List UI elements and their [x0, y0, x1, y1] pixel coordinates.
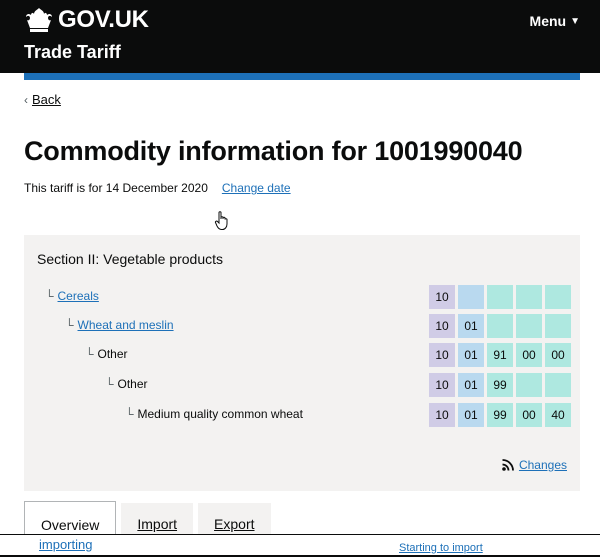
hierarchy-label: Other: [97, 347, 128, 361]
crown-icon: [26, 8, 52, 32]
rss-feed-icon: [502, 459, 514, 471]
code-cell-subheading: 91: [487, 343, 513, 367]
code-cell-chapter: 10: [429, 373, 455, 397]
header-accent-bar: [24, 73, 580, 80]
code-cell-cn: 00: [516, 343, 542, 367]
commodity-code-cells: 10 01: [429, 314, 571, 338]
hierarchy-row-other: └ Other 10 01 91 00 00: [24, 343, 580, 367]
code-cell-subheading: 99: [487, 373, 513, 397]
menu-button[interactable]: Menu ▼: [530, 13, 580, 29]
code-cell-subheading: [487, 314, 513, 338]
cereals-link[interactable]: Cereals: [58, 289, 99, 303]
page-title: Commodity information for 1001990040: [24, 136, 523, 166]
hierarchy-row-wheat-and-meslin: └ Wheat and meslin 10 01: [24, 314, 580, 338]
hand-cursor-icon: [214, 211, 228, 230]
starting-to-import-link[interactable]: Starting to import: [399, 542, 483, 554]
service-name[interactable]: Trade Tariff: [24, 42, 121, 63]
section-title: Section II: Vegetable products: [37, 251, 224, 267]
caret-down-icon: ▼: [570, 15, 580, 27]
code-cell-heading: 01: [458, 403, 484, 427]
hierarchy-row-medium-quality-common-wheat: └ Medium quality common wheat 10 01 99 0…: [24, 403, 580, 427]
back-link[interactable]: ‹ Back: [24, 92, 61, 107]
code-cell-cn: [516, 314, 542, 338]
code-cell-taric: [545, 285, 571, 309]
chevron-left-icon: ‹: [24, 92, 28, 107]
code-cell-cn: [516, 285, 542, 309]
hierarchy-label: Other: [117, 377, 148, 391]
hierarchy-row-other-2: └ Other 10 01 99: [24, 373, 580, 397]
tree-branch-icon: └: [105, 377, 114, 391]
tree-branch-icon: └: [125, 407, 134, 421]
tariff-date-text: This tariff is for 14 December 2020: [24, 181, 208, 195]
code-cell-chapter: 10: [429, 403, 455, 427]
code-cell-chapter: 10: [429, 314, 455, 338]
code-cell-taric: [545, 314, 571, 338]
wheat-and-meslin-link[interactable]: Wheat and meslin: [78, 318, 174, 332]
code-cell-cn: 00: [516, 403, 542, 427]
commodity-code-cells: 10: [429, 285, 571, 309]
hierarchy-label-current: Medium quality common wheat: [137, 407, 303, 421]
code-cell-heading: [458, 285, 484, 309]
brand-label: GOV.UK: [58, 6, 149, 33]
code-cell-heading: 01: [458, 343, 484, 367]
govuk-logo[interactable]: GOV.UK: [24, 6, 149, 34]
code-cell-cn: [516, 373, 542, 397]
changes-link-label[interactable]: Changes: [519, 458, 567, 472]
tree-branch-icon: └: [65, 318, 74, 332]
code-cell-subheading: 99: [487, 403, 513, 427]
code-cell-chapter: 10: [429, 343, 455, 367]
site-header: GOV.UK Trade Tariff Menu ▼: [0, 0, 600, 73]
code-cell-heading: 01: [458, 373, 484, 397]
code-cell-chapter: 10: [429, 285, 455, 309]
code-cell-taric: 40: [545, 403, 571, 427]
code-cell-taric: [545, 373, 571, 397]
tariff-date-line: This tariff is for 14 December 2020 Chan…: [24, 181, 291, 195]
code-cell-heading: 01: [458, 314, 484, 338]
back-link-label[interactable]: Back: [32, 92, 61, 107]
code-cell-taric: 00: [545, 343, 571, 367]
commodity-code-cells: 10 01 99: [429, 373, 571, 397]
tree-branch-icon: └: [85, 347, 94, 361]
commodity-hierarchy-panel: Section II: Vegetable products └ Cereals…: [24, 235, 580, 491]
change-date-link[interactable]: Change date: [222, 181, 291, 195]
commodity-code-cells: 10 01 99 00 40: [429, 403, 571, 427]
menu-label: Menu: [529, 13, 567, 29]
commodity-code-cells: 10 01 91 00 00: [429, 343, 571, 367]
hierarchy-row-cereals: └ Cereals 10: [24, 285, 580, 309]
importing-link[interactable]: importing: [39, 537, 92, 552]
code-cell-subheading: [487, 285, 513, 309]
tree-branch-icon: └: [45, 289, 54, 303]
changes-link[interactable]: Changes: [502, 458, 567, 472]
